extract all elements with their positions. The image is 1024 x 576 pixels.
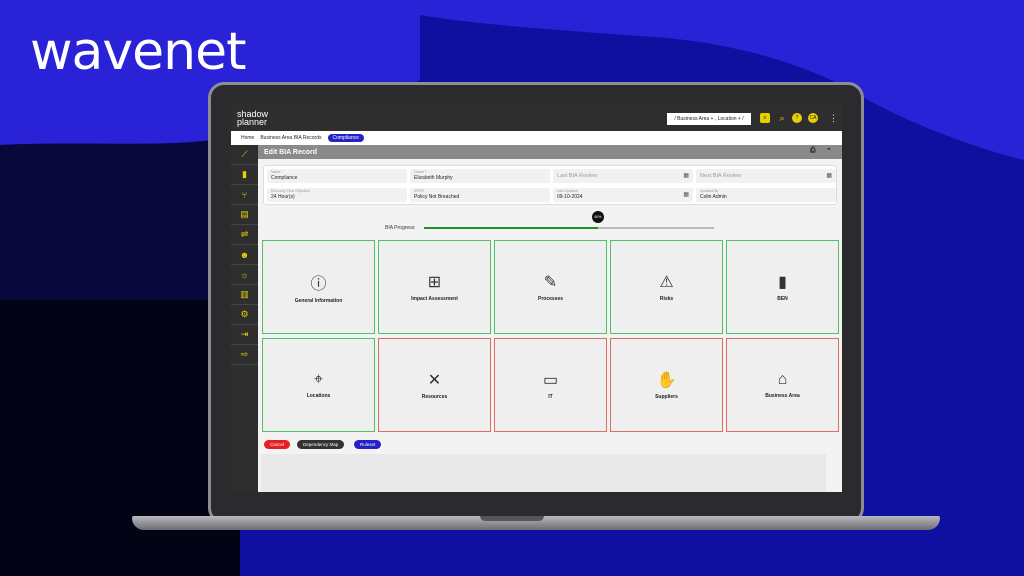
tile-label: BEN <box>777 296 788 302</box>
calendar-icon[interactable]: ▦ <box>683 191 689 198</box>
store-icon: ⌂ <box>777 371 788 388</box>
laptop-notch <box>480 516 544 521</box>
sidebar-filter-icon[interactable]: ⇌ <box>231 225 258 245</box>
tile-locations[interactable]: ⌖ Locations <box>262 338 375 432</box>
calendar-icon[interactable]: ▦ <box>826 172 832 179</box>
tile-label: Resources <box>421 394 448 400</box>
tile-label: Suppliers <box>655 394 678 400</box>
area-location-selector[interactable]: / Business Area + , Location + / <box>667 113 751 125</box>
collapse-icon[interactable]: ⌃ <box>826 147 832 155</box>
breadcrumb-bia-records[interactable]: Business Area BIA Records <box>260 135 321 141</box>
info-icon: ⓘ <box>310 276 327 293</box>
rto-field[interactable]: Recovery Time Objective 24 Hour(s) <box>267 188 407 202</box>
tile-business-area[interactable]: ⌂ Business Area <box>726 338 839 432</box>
tile-general-information[interactable]: ⓘ General Information <box>262 240 375 334</box>
tile-label: IT <box>548 394 553 400</box>
progress-fill <box>424 227 598 229</box>
sidebar-book-icon[interactable]: ▥ <box>231 285 258 305</box>
name-field[interactable]: Name * Compliance <box>267 169 407 183</box>
tile-risks[interactable]: ⚠ Risks <box>610 240 723 334</box>
progress-bar <box>424 227 714 229</box>
bia-form: Name * Compliance Owner * Elizabeth Murp… <box>263 165 837 205</box>
tile-impact-assessment[interactable]: ⊞ Impact Assessment <box>378 240 491 334</box>
process-icon: ✎ <box>543 274 558 291</box>
handshake-icon: ✋ <box>656 372 677 389</box>
report-icon[interactable]: ≡ <box>760 113 770 123</box>
search-icon[interactable]: ⌕ <box>777 113 787 123</box>
tools-icon: ✕ <box>427 372 442 389</box>
shadow-planner-logo[interactable]: shadow planner <box>231 109 291 126</box>
breadcrumb-home[interactable]: Home <box>241 135 254 141</box>
tile-label: Risks <box>659 296 674 302</box>
tile-it[interactable]: ▭ IT <box>494 338 607 432</box>
ruleset-button[interactable]: Ruleset <box>354 440 382 449</box>
sidebar-documents-icon[interactable]: ▮ <box>231 165 258 185</box>
more-menu-icon[interactable]: ⋮ <box>829 113 838 124</box>
sidebar-settings-icon[interactable]: ⚙ <box>231 305 258 325</box>
breadcrumb-current: Compliance <box>327 134 364 142</box>
cancel-button[interactable]: Cancel <box>264 440 291 449</box>
tile-resources[interactable]: ✕ Resources <box>378 338 491 432</box>
updated-by-field[interactable]: Updated By Colin Admin <box>696 188 836 202</box>
location-pin-icon: ⌖ <box>313 371 323 388</box>
wavenet-logo: wavenet <box>30 22 246 82</box>
help-icon[interactable]: ? <box>792 113 802 123</box>
sidebar-logout-icon[interactable]: ⇨ <box>231 345 258 365</box>
print-icon[interactable]: ⎙ <box>810 147 816 155</box>
sidebar-login-icon[interactable]: ⇥ <box>231 325 258 345</box>
laptop-icon: ▭ <box>542 372 559 389</box>
page-title-bar: Edit BIA Record ⎙ ⌃ <box>258 145 842 159</box>
sidebar-file-icon[interactable]: ▤ <box>231 205 258 225</box>
sidebar-signal-icon[interactable]: ☼ <box>231 265 258 285</box>
tile-label: Locations <box>306 393 331 399</box>
app-screen: shadow planner / Business Area + , Locat… <box>231 104 842 492</box>
tile-label: Processes <box>537 296 564 302</box>
user-avatar[interactable]: CA <box>808 113 818 123</box>
last-updated-field[interactable]: Last Updated 09-10-2024 ▦ <box>553 188 693 202</box>
flowchart-icon: ⊞ <box>427 274 442 291</box>
progress-label: BIA Progress: <box>385 225 416 231</box>
bookmark-icon: ▮ <box>778 274 787 291</box>
sidebar-users-icon[interactable]: ☻ <box>231 245 258 265</box>
tile-suppliers[interactable]: ✋ Suppliers <box>610 338 723 432</box>
tile-ben[interactable]: ▮ BEN <box>726 240 839 334</box>
breadcrumb: Home Business Area BIA Records Complianc… <box>231 131 842 145</box>
content-footer-area <box>261 454 826 492</box>
tile-processes[interactable]: ✎ Processes <box>494 240 607 334</box>
mtpd-field[interactable]: MTPD Policy Not Breached <box>410 188 550 202</box>
warning-icon: ⚠ <box>659 274 674 291</box>
page-title: Edit BIA Record <box>264 148 318 156</box>
dependency-map-button[interactable]: Dependency Map <box>297 440 345 449</box>
tile-label: Business Area <box>765 393 800 399</box>
app-header: shadow planner / Business Area + , Locat… <box>231 104 842 131</box>
tile-label: General Information <box>294 298 343 304</box>
owner-field[interactable]: Owner * Elizabeth Murphy <box>410 169 550 183</box>
next-review-field[interactable]: Next BIA Review ▦ <box>696 169 836 183</box>
sidebar-dashboard-icon[interactable]: ⟋ <box>231 145 258 165</box>
sidebar-network-icon[interactable]: ⑂ <box>231 185 258 205</box>
last-review-field[interactable]: Last BIA Review ▦ <box>553 169 693 183</box>
progress-value-badge: 60% <box>592 211 604 223</box>
sidebar: ⟋ ▮ ⑂ ▤ ⇌ ☻ ☼ ▥ ⚙ ⇥ ⇨ <box>231 145 258 492</box>
tile-label: Impact Assessment <box>411 296 458 302</box>
calendar-icon[interactable]: ▦ <box>683 172 689 179</box>
